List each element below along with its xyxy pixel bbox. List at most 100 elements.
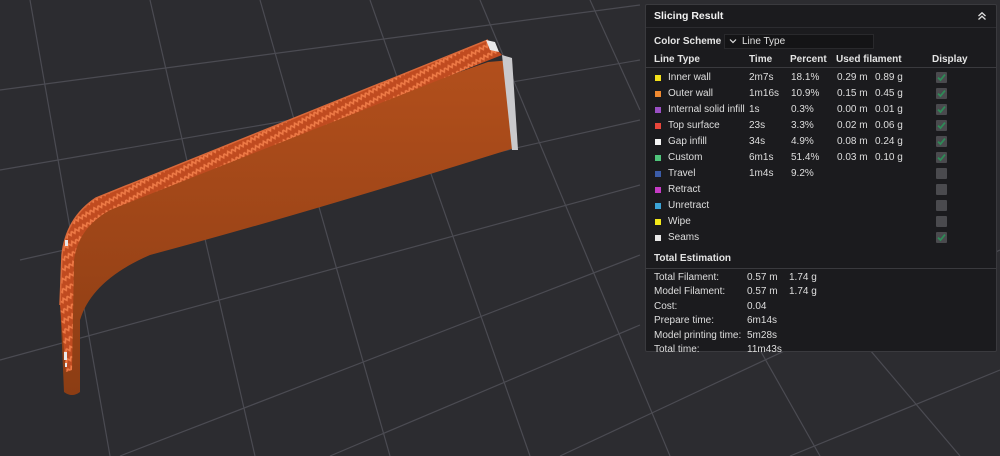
checkmark-icon [937, 154, 946, 162]
checkmark-icon [937, 138, 946, 146]
total-row: Total Filament: 0.57 m 1.74 g [646, 271, 996, 285]
line-type-name: Unretract [668, 200, 710, 211]
line-type-name: Travel [668, 168, 696, 179]
line-type-name: Internal solid infill [668, 104, 745, 115]
sliced-model-preview[interactable] [59, 39, 518, 395]
checkmark-icon [937, 106, 946, 114]
filament-weight-value: 0.24 g [875, 136, 903, 147]
total-row: Prepare time: 6m14s [646, 314, 996, 328]
filament-weight-value: 0.45 g [875, 88, 903, 99]
color-swatch [655, 219, 661, 225]
total-value: 0.04 [747, 300, 767, 312]
filament-length-value: 0.02 m [837, 120, 868, 131]
total-label: Prepare time: [654, 315, 715, 327]
chevron-down-icon [728, 37, 738, 45]
color-swatch [655, 107, 661, 113]
table-row: Internal solid infill 1s 0.3% 0.00 m 0.01 g [646, 102, 996, 118]
collapse-icon[interactable] [975, 9, 989, 23]
checkmark-icon [937, 90, 946, 98]
table-row: Unretract [646, 198, 996, 214]
percent-value: 18.1% [791, 72, 820, 83]
col-display: Display [932, 54, 968, 65]
divider [646, 268, 996, 269]
line-type-name: Custom [668, 152, 703, 163]
filament-weight-value: 0.01 g [875, 104, 903, 115]
color-swatch [655, 203, 661, 209]
line-type-table: Inner wall 2m7s 18.1% 0.29 m 0.89 g Outer wal… [646, 70, 996, 246]
time-value: 34s [749, 136, 766, 147]
table-row: Top surface 23s 3.3% 0.02 m 0.06 g [646, 118, 996, 134]
time-value: 1m4s [749, 168, 774, 179]
line-type-name: Wipe [668, 216, 691, 227]
panel-title: Slicing Result [654, 10, 724, 22]
slicing-result-panel: Slicing Result Color Scheme Line Type Li… [645, 4, 997, 355]
panel-header: Slicing Result [646, 5, 996, 28]
col-line-type: Line Type [654, 54, 700, 65]
table-row: Travel 1m4s 9.2% [646, 166, 996, 182]
col-percent: Percent [790, 54, 827, 65]
total-label: Model Filament: [654, 286, 726, 298]
color-swatch [655, 91, 661, 97]
color-swatch [655, 171, 661, 177]
table-row: Inner wall 2m7s 18.1% 0.29 m 0.89 g [646, 70, 996, 86]
table-row: Wipe [646, 214, 996, 230]
percent-value: 51.4% [791, 152, 820, 163]
checkmark-icon [937, 74, 946, 82]
filament-length-value: 0.08 m [837, 136, 868, 147]
checkmark-icon [937, 234, 946, 242]
table-row: Seams [646, 230, 996, 246]
total-value-secondary: 1.74 g [789, 272, 817, 283]
percent-value: 9.2% [791, 168, 814, 179]
total-estimation-table: Total Filament: 0.57 m 1.74 g Model Filamen… [646, 271, 996, 357]
total-label: Total Filament: [654, 272, 720, 283]
line-type-name: Inner wall [668, 72, 711, 83]
filament-length-value: 0.29 m [837, 72, 868, 83]
color-swatch [655, 235, 661, 241]
time-value: 2m7s [749, 72, 774, 83]
total-label: Model printing time: [654, 329, 742, 341]
display-checkbox[interactable] [936, 88, 947, 99]
color-scheme-value: Line Type [742, 35, 786, 47]
color-scheme-dropdown[interactable]: Line Type [724, 33, 874, 49]
line-type-name: Seams [668, 232, 700, 243]
table-row: Custom 6m1s 51.4% 0.03 m 0.10 g [646, 150, 996, 166]
total-row: Cost: 0.04 [646, 300, 996, 314]
display-checkbox[interactable] [936, 216, 947, 227]
display-checkbox[interactable] [936, 72, 947, 83]
filament-length-value: 0.15 m [837, 88, 868, 99]
filament-weight-value: 0.89 g [875, 72, 903, 83]
time-value: 1m16s [749, 88, 780, 99]
display-checkbox[interactable] [936, 152, 947, 163]
display-checkbox[interactable] [936, 200, 947, 211]
percent-value: 4.9% [791, 136, 814, 147]
display-checkbox[interactable] [936, 232, 947, 243]
total-value: 11m43s [747, 343, 782, 355]
col-time: Time [749, 54, 773, 65]
table-row: Gap infill 34s 4.9% 0.08 m 0.24 g [646, 134, 996, 150]
display-checkbox[interactable] [936, 104, 947, 115]
color-swatch [655, 139, 661, 145]
display-checkbox[interactable] [936, 120, 947, 131]
time-value: 23s [749, 120, 766, 131]
total-value-secondary: 1.74 g [789, 286, 817, 298]
line-type-table-header: Line Type Time Percent Used filament Dis… [646, 51, 996, 68]
percent-value: 3.3% [791, 120, 814, 131]
display-checkbox[interactable] [936, 136, 947, 147]
line-type-name: Outer wall [668, 88, 714, 99]
color-swatch [655, 187, 661, 193]
display-checkbox[interactable] [936, 168, 947, 179]
col-used-filament: Used filament [836, 54, 902, 65]
filament-weight-value: 0.10 g [875, 152, 903, 163]
total-label: Cost: [654, 300, 678, 312]
total-row: Total time: 11m43s [646, 343, 996, 357]
time-value: 1s [749, 104, 760, 115]
line-type-name: Gap infill [668, 136, 707, 147]
total-estimation-title: Total Estimation [654, 253, 732, 264]
total-row: Model Filament: 0.57 m 1.74 g [646, 285, 996, 299]
total-label: Total time: [654, 343, 700, 355]
total-value: 0.57 m [747, 272, 778, 283]
time-value: 6m1s [749, 152, 774, 163]
display-checkbox[interactable] [936, 184, 947, 195]
total-value: 0.57 m [747, 286, 778, 298]
filament-length-value: 0.03 m [837, 152, 868, 163]
